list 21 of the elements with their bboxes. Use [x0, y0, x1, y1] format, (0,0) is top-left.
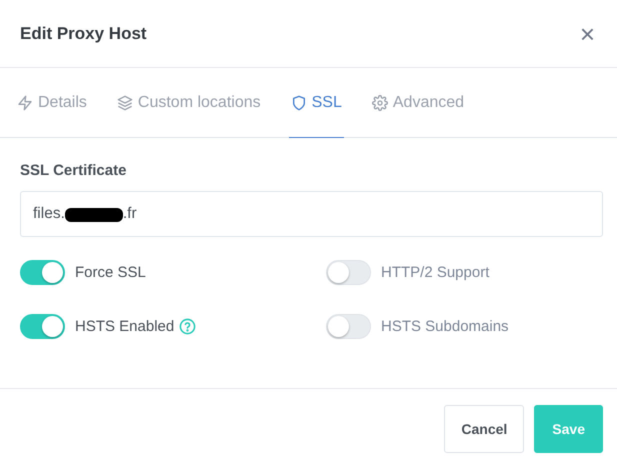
help-icon[interactable] [179, 318, 196, 334]
tab[interactable]: SSL [288, 68, 344, 138]
toggle-label: HSTS Subdomains [381, 318, 509, 334]
toggle-label: Force SSL [75, 264, 146, 280]
tab[interactable]: Details [15, 68, 89, 138]
layers-icon [116, 94, 133, 110]
lightning-icon [17, 94, 33, 110]
gear-icon [372, 94, 388, 110]
toggle-label: HSTS Enabled [75, 318, 174, 334]
field-label: SSL Certificate [20, 162, 128, 179]
cancel-button[interactable]: Cancel [444, 405, 524, 453]
shield-icon [290, 94, 307, 110]
close-button[interactable]: × [578, 20, 597, 46]
tab[interactable]: Custom locations [114, 68, 263, 138]
toggle-label: HTTP/2 Support [381, 264, 490, 280]
tab[interactable]: Advanced [370, 68, 466, 138]
dialog-title: Edit Proxy Host [20, 24, 147, 44]
save-button[interactable]: Save [534, 405, 603, 453]
toggle-switch[interactable] [20, 314, 65, 338]
toggle-switch[interactable] [20, 260, 65, 284]
certificate-field[interactable]: files. .fr [20, 191, 603, 237]
